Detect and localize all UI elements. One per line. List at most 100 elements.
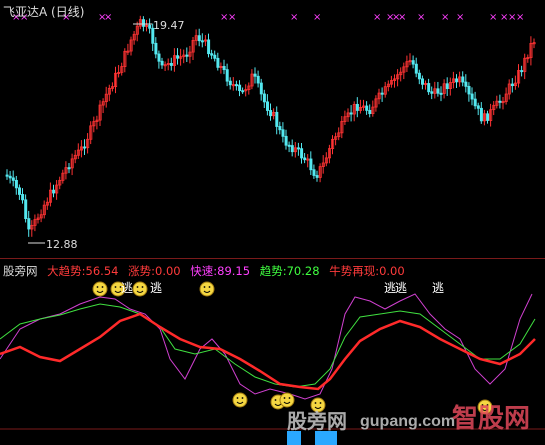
candle-body: [176, 55, 180, 59]
legend-item-trend-major: 大趋势:56.54: [47, 264, 122, 278]
candle-body: [154, 42, 158, 55]
candle-body: [368, 109, 372, 115]
signal-marker: ×: [313, 12, 321, 23]
candle-body: [473, 98, 477, 107]
candle-body: [222, 66, 226, 71]
candle-body: [141, 19, 145, 27]
candlestick-chart: 19.4712.88× × × ×× × × × × × ××× × × × × × × ×: [5, 12, 536, 251]
signal-marker: ×: [104, 12, 112, 23]
smiley-icon: [132, 281, 148, 297]
candle-body: [427, 83, 431, 93]
candle-body: [5, 174, 9, 177]
legend-label: 大趋势:: [47, 264, 86, 278]
candle-body: [461, 76, 465, 83]
high-label: 19.47: [153, 19, 185, 32]
legend-value: 0.00: [379, 264, 405, 278]
candle-body: [234, 84, 238, 87]
legend-value: 70.28: [286, 264, 320, 278]
candle-body: [269, 110, 273, 117]
signal-marker: ×: [489, 12, 497, 23]
legend-item-bull-again: 牛势再现:0.00: [329, 264, 404, 278]
legend-label: 涨势:: [128, 264, 155, 278]
candle-body: [380, 92, 384, 95]
candle-body: [417, 72, 421, 80]
candle-body: [157, 53, 161, 62]
candle-body: [439, 92, 443, 95]
candle-body: [296, 147, 300, 150]
candle-body: [355, 103, 359, 111]
candle-body: [8, 175, 12, 179]
candle-body: [275, 111, 279, 127]
candle-body: [312, 169, 316, 176]
candle-body: [253, 73, 257, 77]
candle-body: [455, 78, 459, 83]
legend-item-fast: 快速:89.15: [190, 264, 253, 278]
escape-label: 逃: [395, 281, 407, 295]
indicator-name: 股旁网: [3, 264, 38, 278]
candle-body: [303, 157, 307, 161]
smiley-icon: [199, 281, 215, 297]
period-label: (日线): [51, 5, 85, 19]
candle-body: [290, 145, 294, 153]
candle-body: [225, 69, 229, 82]
candle-body: [160, 60, 164, 66]
candle-body: [470, 93, 474, 100]
candle-body: [148, 24, 152, 29]
signal-marker: ×: [228, 12, 236, 23]
candle-body: [411, 60, 415, 65]
candle-body: [284, 135, 288, 146]
price-chart-panel: 19.47 12.88 × × × × × × × × × × × × × × × × × × × × 飞亚达A (日线): [0, 0, 545, 258]
candle-body: [281, 129, 285, 137]
candle-body: [278, 126, 282, 131]
candle-body: [520, 70, 524, 73]
signal-marker: ×: [456, 12, 464, 23]
candle-body: [486, 113, 490, 121]
candle-body: [17, 187, 21, 195]
candle-body: [169, 62, 173, 66]
candle-body: [430, 91, 434, 94]
candle-body: [228, 80, 232, 86]
candle-body: [24, 199, 28, 220]
legend-item-trend: 趋势:70.28: [260, 264, 323, 278]
watermark-logo: 智股网: [438, 398, 538, 440]
escape-label: 逃: [432, 281, 444, 295]
candle-body: [67, 167, 71, 170]
signal-marker: ×: [516, 12, 524, 23]
candle-body: [21, 194, 25, 201]
chart-title: 飞亚达A (日线): [3, 3, 84, 20]
candle-body: [414, 63, 418, 74]
candle-body: [52, 189, 56, 194]
candle-body: [287, 144, 291, 147]
candle-body: [185, 54, 189, 57]
escape-label: 逃: [121, 281, 133, 295]
candle-body: [467, 85, 471, 95]
candle-body: [315, 175, 319, 178]
candle-body: [256, 75, 260, 84]
legend-value: 0.00: [155, 264, 181, 278]
candle-body: [11, 177, 15, 181]
signal-marker: ×: [373, 12, 381, 23]
candle-body: [197, 35, 201, 42]
low-label: 12.88: [46, 238, 78, 251]
candle-body: [83, 146, 87, 149]
candle-body: [476, 105, 480, 109]
smiley-icon: [92, 281, 108, 297]
escape-label: 逃: [150, 281, 162, 295]
candle-body: [479, 107, 483, 122]
candle-body: [216, 57, 220, 68]
stock-name: 飞亚达A: [3, 5, 48, 19]
candle-body: [436, 88, 440, 94]
candle-body: [200, 40, 204, 43]
candle-body: [420, 78, 424, 85]
watermark-logo-text: 智股网: [452, 404, 531, 434]
legend-label: 牛势再现:: [329, 264, 380, 278]
signal-marker: ×: [441, 12, 449, 23]
major-trend-line: [0, 312, 536, 391]
legend-item-rise: 涨势:0.00: [128, 264, 184, 278]
candle-body: [510, 83, 514, 87]
candle-body: [265, 101, 269, 111]
legend-label: 快速:: [190, 264, 218, 278]
candle-body: [445, 83, 449, 89]
candle-body: [464, 81, 468, 87]
candle-body: [498, 100, 502, 103]
